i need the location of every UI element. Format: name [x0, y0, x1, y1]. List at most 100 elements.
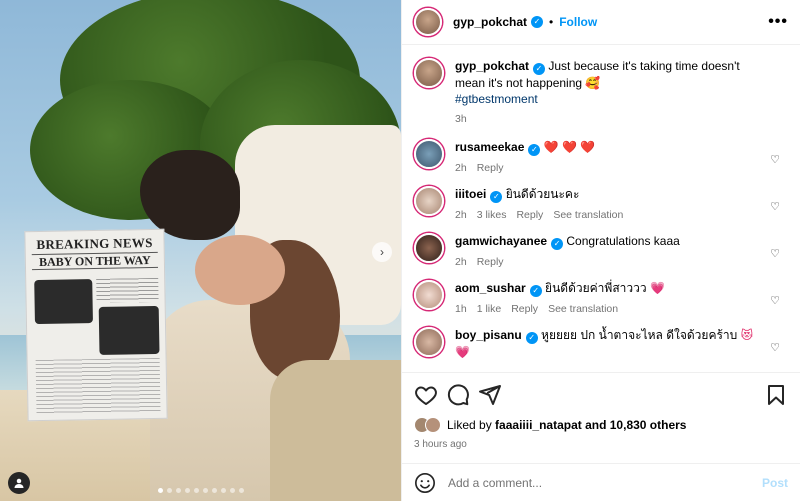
- comment-time: 2h: [455, 162, 467, 174]
- newspaper-text-lines: [96, 277, 159, 303]
- separator-dot: •: [549, 15, 554, 29]
- comment-item: rusameekae ✓ ❤️ ❤️ ❤️ 2h Reply ♡: [414, 139, 788, 174]
- like-comment-heart-icon[interactable]: ♡: [770, 153, 780, 166]
- comment-username[interactable]: rusameekae: [455, 140, 524, 154]
- liker-avatars: [414, 417, 441, 433]
- commenter-avatar[interactable]: [414, 139, 444, 169]
- commenter-avatar[interactable]: [414, 327, 444, 357]
- share-icon[interactable]: [478, 383, 502, 407]
- comment-text: ยินดีด้วยค่าพี่สาววว: [545, 281, 647, 295]
- commenter-avatar[interactable]: [414, 280, 444, 310]
- carousel-dot: [211, 488, 217, 493]
- carousel-dot: [193, 488, 199, 493]
- carousel-dot: [184, 488, 190, 493]
- comment-time: 1h: [455, 303, 467, 315]
- verified-badge-icon: ✓: [525, 332, 538, 344]
- verified-badge-icon: ✓: [528, 144, 541, 156]
- newspaper-title: BREAKING NEWS: [36, 234, 153, 253]
- like-comment-heart-icon[interactable]: ♡: [770, 247, 780, 260]
- post-timestamp: 3 hours ago: [414, 439, 467, 450]
- commenter-avatar[interactable]: [414, 233, 444, 263]
- reply-button[interactable]: Reply: [511, 303, 538, 315]
- post-comment-button[interactable]: Post: [762, 476, 788, 490]
- comment-username[interactable]: aom_sushar: [455, 281, 526, 295]
- comment-likes[interactable]: 3 likes: [477, 209, 507, 221]
- ultrasound-image: [34, 279, 93, 325]
- follow-button[interactable]: Follow: [559, 15, 597, 29]
- comment-username[interactable]: boy_pisanu: [455, 328, 522, 342]
- author-avatar[interactable]: [414, 58, 444, 88]
- comment-icon[interactable]: [446, 383, 470, 407]
- liker-avatar[interactable]: [425, 417, 441, 433]
- comments-list[interactable]: gyp_pokchat ✓ Just because it's taking ti…: [402, 46, 800, 371]
- comment-item: gamwichayanee ✓ Congratulations kaaa 2h Re…: [414, 233, 788, 268]
- verified-badge-icon: ✓: [531, 16, 544, 28]
- comment-input[interactable]: Add a comment...: [448, 476, 762, 490]
- likes-count[interactable]: and 10,830 others: [585, 418, 686, 432]
- liked-by-prefix: Liked by: [447, 418, 492, 432]
- post-actions-bar: [402, 372, 800, 417]
- caption-username[interactable]: gyp_pokchat: [455, 59, 529, 73]
- ultrasound-image: [98, 305, 160, 355]
- newspaper: BREAKING NEWS BABY ON THE WAY: [24, 228, 168, 422]
- woman-face: [195, 235, 285, 305]
- likes-summary: Liked by faaaiiii_natapat and 10,830 oth…: [414, 417, 686, 433]
- post-modal: BREAKING NEWS BABY ON THE WAY › gyp_pokc…: [0, 0, 800, 501]
- next-image-button[interactable]: ›: [372, 242, 392, 262]
- verified-badge-icon: ✓: [551, 238, 564, 250]
- emoji-icon[interactable]: [414, 472, 436, 494]
- reply-button[interactable]: Reply: [516, 209, 543, 221]
- see-translation-button[interactable]: See translation: [548, 303, 618, 315]
- more-options-icon[interactable]: •••: [768, 13, 788, 31]
- man-head: [140, 150, 240, 240]
- comment-item: iiitoei ✓ ยินดีด้วยนะคะ 2h 3 likes Reply See…: [414, 186, 788, 221]
- comment-emoji: 💗: [649, 281, 665, 295]
- chevron-right-icon: ›: [380, 245, 384, 259]
- verified-badge-icon: ✓: [490, 191, 503, 203]
- carousel-dot: [229, 488, 235, 493]
- like-comment-heart-icon[interactable]: ♡: [770, 341, 780, 354]
- comment-emoji: ❤️ ❤️ ❤️: [543, 140, 596, 154]
- add-comment-bar: Add a comment... Post: [402, 463, 800, 501]
- liked-by-user[interactable]: faaaiiii_natapat: [495, 418, 582, 432]
- bookmark-icon[interactable]: [764, 383, 788, 407]
- comment-likes[interactable]: 1 like: [477, 303, 502, 315]
- carousel-dot: [238, 488, 244, 493]
- heart-icon[interactable]: [414, 383, 438, 407]
- reply-button[interactable]: Reply: [477, 256, 504, 268]
- hashtag-link[interactable]: #gtbestmoment: [455, 92, 538, 106]
- post-media[interactable]: BREAKING NEWS BABY ON THE WAY ›: [0, 0, 401, 501]
- commenter-avatar[interactable]: [414, 186, 444, 216]
- author-avatar[interactable]: [414, 8, 442, 36]
- caption-emoji: 🥰: [585, 76, 601, 90]
- carousel-indicator: [0, 488, 401, 493]
- comment-text: Congratulations kaaa: [566, 234, 680, 248]
- comment-username[interactable]: iiitoei: [455, 187, 486, 201]
- caption-time: 3h: [455, 113, 467, 125]
- comment-text: หูยยยย ปก น้ำตาจะไหล ดีใจด้วยคร้าบ: [541, 328, 738, 342]
- carousel-dot: [157, 488, 163, 493]
- post-header: gyp_pokchat ✓ • Follow •••: [402, 0, 800, 45]
- post-details-panel: gyp_pokchat ✓ • Follow ••• gyp_pokchat ✓ …: [401, 0, 800, 501]
- author-username[interactable]: gyp_pokchat: [453, 15, 527, 29]
- pillow: [270, 360, 401, 501]
- like-comment-heart-icon[interactable]: ♡: [770, 200, 780, 213]
- comment-item: boy_pisanu ✓ หูยยยย ปก น้ำตาจะไหล ดีใจด้ว…: [414, 327, 788, 360]
- comment-time: 2h: [455, 209, 467, 221]
- newspaper-subtitle: BABY ON THE WAY: [31, 251, 159, 271]
- carousel-dot: [175, 488, 181, 493]
- comment-text: ยินดีด้วยนะคะ: [505, 187, 580, 201]
- carousel-dot: [166, 488, 172, 493]
- reply-button[interactable]: Reply: [477, 162, 504, 174]
- newspaper-body-text: [35, 357, 161, 416]
- verified-badge-icon: ✓: [533, 63, 546, 75]
- see-translation-button[interactable]: See translation: [553, 209, 623, 221]
- comment-item: aom_sushar ✓ ยินดีด้วยค่าพี่สาววว 💗 1h 1 l…: [414, 280, 788, 315]
- caption: gyp_pokchat ✓ Just because it's taking ti…: [414, 58, 788, 125]
- like-comment-heart-icon[interactable]: ♡: [770, 294, 780, 307]
- verified-badge-icon: ✓: [529, 285, 542, 297]
- carousel-dot: [202, 488, 208, 493]
- comment-username[interactable]: gamwichayanee: [455, 234, 547, 248]
- comment-time: 2h: [455, 256, 467, 268]
- carousel-dot: [220, 488, 226, 493]
